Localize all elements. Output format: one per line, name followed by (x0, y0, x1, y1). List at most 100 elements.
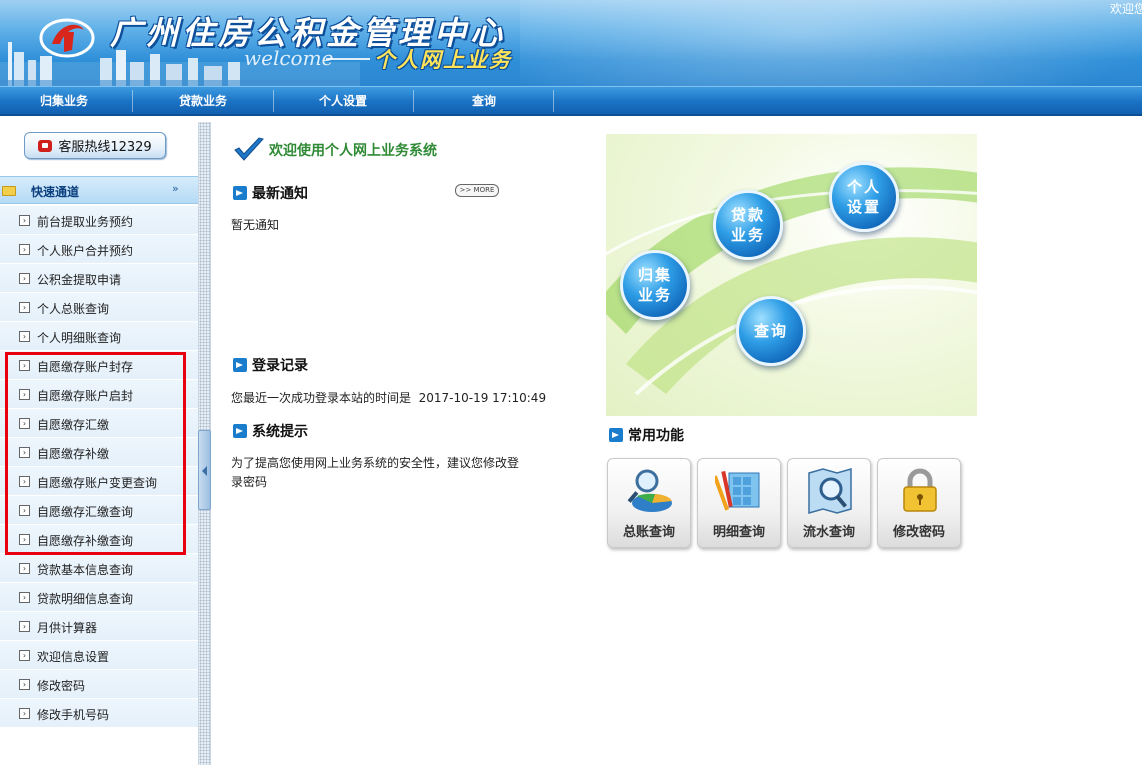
menu-item-label: 自愿缴存补缴 (37, 447, 110, 461)
menu-item-voluntary-account-change-query[interactable]: › 自愿缴存账户变更查询 (0, 467, 198, 496)
collapse-arrow-icon (202, 466, 207, 476)
nav-collect-business[interactable]: 归集业务 (0, 87, 128, 115)
nav-personal-settings[interactable]: 个人设置 (276, 87, 410, 115)
arrow-square-icon (609, 428, 623, 442)
more-news-button[interactable]: >> MORE (455, 184, 499, 197)
left-sidebar: 客服热线12329 快速通道 » › 前台提取业务预约 › 个人账户合并预约 › 公积… (0, 122, 198, 765)
common-functions-title: 常用功能 (628, 428, 684, 444)
nav-separator (413, 90, 414, 112)
phone-icon (38, 139, 53, 152)
menu-item-label: 自愿缴存账户封存 (37, 360, 134, 374)
folder-icon (2, 186, 16, 196)
orb-query[interactable]: 查询 (736, 296, 806, 366)
orb-personal-settings[interactable]: 个人 设置 (829, 162, 899, 232)
arrow-box-icon: › (19, 331, 30, 342)
arrow-square-icon (233, 358, 247, 372)
menu-item-change-password[interactable]: › 修改密码 (0, 670, 198, 699)
menu-item-label: 公积金提取申请 (37, 273, 122, 287)
arrow-box-icon: › (19, 360, 30, 371)
orb-personal-line1: 个人 (846, 178, 881, 196)
nav-loan-business[interactable]: 贷款业务 (136, 87, 270, 115)
menu-item-label: 月供计算器 (37, 621, 98, 635)
orb-collect-business[interactable]: 归集 业务 (620, 250, 690, 320)
business-hero-graphic: 归集 业务 贷款 业务 个人 设置 查询 (606, 134, 977, 416)
menu-item-label: 贷款基本信息查询 (37, 563, 134, 577)
nav-separator (553, 90, 554, 112)
detail-query-label: 明细查询 (712, 525, 765, 540)
banner-glow (520, 0, 1142, 86)
menu-item-change-phone[interactable]: › 修改手机号码 (0, 699, 198, 728)
quick-access-header[interactable]: 快速通道 » (0, 176, 198, 204)
common-functions-header: 常用功能 (609, 425, 684, 445)
menu-item-welcome-settings[interactable]: › 欢迎信息设置 (0, 641, 198, 670)
menu-item-counter-withdrawal-booking[interactable]: › 前台提取业务预约 (0, 206, 198, 235)
news-section-header: 最新通知 (233, 183, 308, 203)
main-content: 欢迎使用个人网上业务系统 最新通知 >> MORE 暂无通知 登录记录 您最近一… (211, 122, 1142, 765)
flow-query-label: 流水查询 (802, 525, 855, 540)
tips-title: 系统提示 (252, 424, 308, 440)
flow-query-button[interactable]: 流水查询 (787, 458, 871, 548)
orb-collect-line1: 归集 (637, 266, 672, 284)
change-password-button[interactable]: 修改密码 (877, 458, 961, 548)
menu-item-label: 前台提取业务预约 (37, 215, 134, 229)
menu-item-label: 修改手机号码 (37, 708, 110, 722)
menu-item-label: 个人账户合并预约 (37, 244, 134, 258)
tips-section-header: 系统提示 (233, 421, 308, 441)
collapse-sidebar-button[interactable] (198, 430, 211, 510)
site-subtitle: 个人网上业务 (374, 48, 512, 72)
nav-separator (132, 90, 133, 112)
menu-item-label: 自愿缴存补缴查询 (37, 534, 134, 548)
arrow-box-icon: › (19, 244, 30, 255)
checkmark-icon (234, 137, 264, 161)
double-chevron-down-icon[interactable]: » (172, 182, 179, 195)
login-title: 登录记录 (252, 358, 308, 374)
menu-item-voluntary-remit[interactable]: › 自愿缴存汇缴 (0, 409, 198, 438)
welcome-text: welcome (244, 46, 334, 70)
login-section-header: 登录记录 (233, 355, 308, 375)
menu-item-voluntary-remit-query[interactable]: › 自愿缴存汇缴查询 (0, 496, 198, 525)
menu-item-label: 个人明细账查询 (37, 331, 122, 345)
orb-loan-business[interactable]: 贷款 业务 (713, 190, 783, 260)
orb-personal-line2: 设置 (846, 198, 881, 216)
housing-fund-logo (39, 18, 95, 58)
orb-loan-line2: 业务 (730, 226, 765, 244)
tips-text-line-1: 为了提高您使用网上业务系统的安全性，建议您修改登 (231, 456, 520, 470)
padlock-icon (903, 468, 937, 512)
welcome-heading: 欢迎使用个人网上业务系统 (233, 136, 437, 164)
nav-query[interactable]: 查询 (416, 87, 552, 115)
ledger-query-button[interactable]: 总账查询 (607, 458, 691, 548)
menu-item-label: 欢迎信息设置 (37, 650, 110, 664)
arrow-box-icon: › (19, 621, 30, 632)
menu-item-voluntary-supplement-query[interactable]: › 自愿缴存补缴查询 (0, 525, 198, 554)
menu-item-loan-basic-query[interactable]: › 贷款基本信息查询 (0, 554, 198, 583)
menu-item-account-merge-booking[interactable]: › 个人账户合并预约 (0, 235, 198, 264)
news-empty-text: 暂无通知 (231, 218, 280, 232)
orb-collect-line2: 业务 (637, 286, 672, 304)
menu-item-loan-detail-query[interactable]: › 贷款明细信息查询 (0, 583, 198, 612)
change-password-label: 修改密码 (892, 525, 945, 540)
arrow-box-icon: › (19, 476, 30, 487)
menu-item-ledger-query[interactable]: › 个人总账查询 (0, 293, 198, 322)
menu-item-label: 自愿缴存账户变更查询 (37, 476, 158, 490)
menu-item-label: 自愿缴存账户启封 (37, 389, 134, 403)
arrow-box-icon: › (19, 679, 30, 690)
arrow-box-icon: › (19, 447, 30, 458)
magnifier-map-icon (808, 468, 852, 514)
menu-item-label: 修改密码 (37, 679, 86, 693)
main-nav-bar: 归集业务 贷款业务 个人设置 查询 (0, 86, 1142, 116)
menu-item-detail-query[interactable]: › 个人明细账查询 (0, 322, 198, 351)
hotline-button[interactable]: 客服热线12329 (24, 132, 166, 159)
menu-item-fund-withdrawal-apply[interactable]: › 公积金提取申请 (0, 264, 198, 293)
last-login-text: 您最近一次成功登录本站的时间是 2017-10-19 17:10:49 (231, 391, 547, 405)
arrow-box-icon: › (19, 389, 30, 400)
menu-item-voluntary-supplement[interactable]: › 自愿缴存补缴 (0, 438, 198, 467)
menu-item-monthly-calculator[interactable]: › 月供计算器 (0, 612, 198, 641)
menu-item-voluntary-account-seal[interactable]: › 自愿缴存账户封存 (0, 351, 198, 380)
detail-query-button[interactable]: 明细查询 (697, 458, 781, 548)
news-title: 最新通知 (252, 186, 308, 202)
welcome-divider (326, 58, 370, 60)
pencil-grid-icon (715, 470, 760, 511)
arrow-box-icon: › (19, 215, 30, 226)
arrow-box-icon: › (19, 505, 30, 516)
menu-item-voluntary-account-unseal[interactable]: › 自愿缴存账户启封 (0, 380, 198, 409)
